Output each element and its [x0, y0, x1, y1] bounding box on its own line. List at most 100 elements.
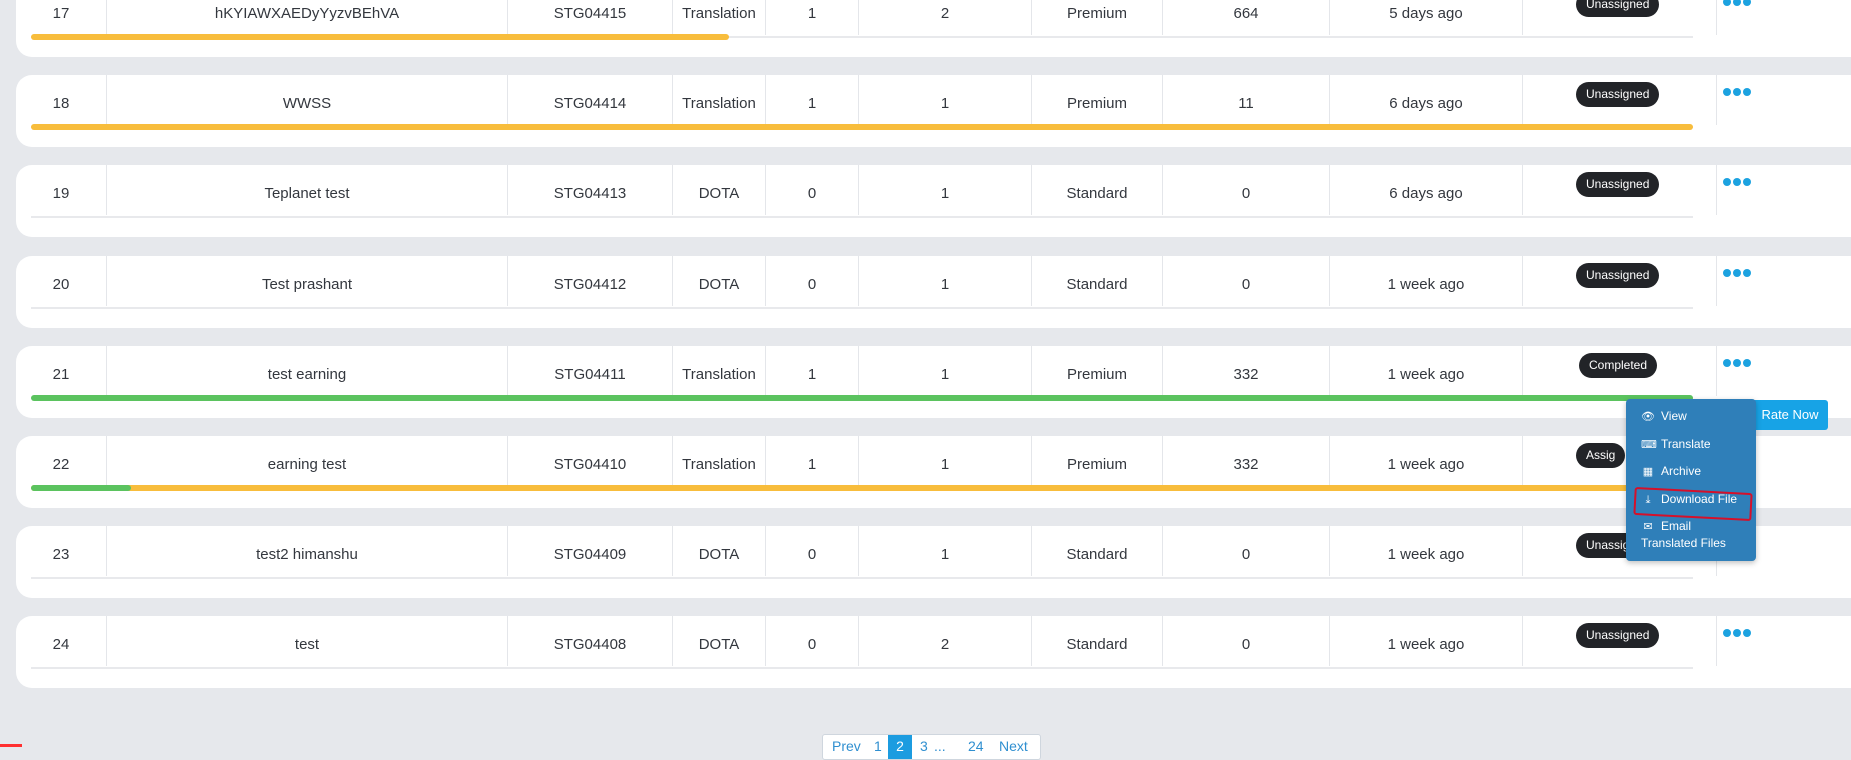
cell-col5: 0	[807, 276, 817, 293]
cell-code: STG04409	[553, 546, 627, 563]
column-divider	[1522, 436, 1523, 486]
column-divider	[1522, 616, 1523, 666]
prev-page-link[interactable]: Prev	[832, 738, 861, 754]
more-actions-icon[interactable]	[1723, 177, 1753, 187]
progress-bar	[31, 667, 1693, 669]
next-page-link[interactable]: Next	[999, 738, 1028, 754]
menu-item-label: Download File	[1661, 492, 1738, 506]
corner-marker	[0, 744, 22, 747]
archive-icon: ▦	[1642, 466, 1654, 478]
table-row[interactable]: 20 Test prashant STG04412 DOTA 0 1 Standard 0 1 …	[16, 256, 1851, 328]
column-divider	[1716, 256, 1717, 306]
table-row[interactable]: 24 test STG04408 DOTA 0 2 Standard 0 1 week ago U…	[16, 616, 1851, 688]
cell-plan: Standard	[1066, 546, 1128, 563]
cell-type: DOTA	[698, 636, 740, 653]
rate-now-button[interactable]: Rate Now	[1752, 400, 1828, 430]
cell-words: 0	[1241, 546, 1251, 563]
cell-code: STG04413	[553, 185, 627, 202]
column-divider	[1716, 165, 1717, 215]
pagination: Prev 1 2 3 ... 24 Next	[822, 734, 1041, 760]
status-badge: Unassigned	[1576, 623, 1660, 648]
table-row[interactable]: 21 test earning STG04411 Translation 1 1 Premi…	[16, 346, 1851, 418]
progress-fill-pending	[31, 124, 1693, 130]
column-divider	[1522, 0, 1523, 35]
progress-bar	[31, 216, 1693, 218]
menu-item-label: View	[1661, 409, 1687, 423]
cell-plan: Standard	[1066, 276, 1128, 293]
menu-item-email-line2[interactable]: Translated Files	[1641, 534, 1726, 552]
menu-item-download-file[interactable]: ⤓ Download File	[1641, 490, 1737, 508]
menu-item-label: Email	[1661, 519, 1692, 533]
cell-type: DOTA	[698, 185, 740, 202]
progress-bar	[31, 395, 1693, 401]
more-actions-icon[interactable]	[1723, 87, 1753, 97]
cell-num: 19	[52, 185, 70, 202]
cell-words: 0	[1241, 636, 1251, 653]
progress-bar	[31, 307, 1693, 309]
progress-bar	[31, 124, 1693, 130]
column-divider	[1716, 616, 1717, 666]
cell-col6: 1	[940, 185, 950, 202]
menu-item-archive[interactable]: ▦ Archive	[1641, 462, 1701, 480]
row-actions-menu: 👁 View ⌨ Translate ▦ Archive ⤓ Download File…	[1626, 399, 1756, 561]
cell-col5: 0	[807, 546, 817, 563]
more-actions-icon[interactable]	[1723, 0, 1753, 7]
cell-type: DOTA	[698, 546, 740, 563]
column-divider	[1522, 75, 1523, 125]
translate-icon: ⌨	[1641, 439, 1657, 451]
cell-name: Test prashant	[261, 276, 353, 293]
page-link-24[interactable]: 24	[968, 738, 984, 754]
cell-plan: Standard	[1066, 636, 1128, 653]
progress-bar	[31, 34, 1693, 40]
page-link-3[interactable]: 3	[920, 738, 928, 754]
page-link-current[interactable]: 2	[888, 735, 912, 759]
progress-fill-done	[31, 395, 1693, 401]
menu-item-translate[interactable]: ⌨ Translate	[1641, 435, 1711, 453]
cell-col6: 1	[940, 546, 950, 563]
status-badge: Unassigned	[1576, 0, 1660, 17]
cell-words: 0	[1241, 276, 1251, 293]
cell-num: 24	[52, 636, 70, 653]
menu-item-email[interactable]: ✉ Email	[1641, 517, 1691, 535]
cell-plan: Standard	[1066, 185, 1128, 202]
more-actions-icon[interactable]	[1723, 628, 1753, 638]
cell-name: test	[294, 636, 320, 653]
cell-type: DOTA	[698, 276, 740, 293]
column-divider	[1522, 346, 1523, 396]
cell-num: 20	[52, 276, 70, 293]
cell-time: 1 week ago	[1387, 546, 1465, 563]
table-row[interactable]: 19 Teplanet test STG04413 DOTA 0 1 Standard 0 6 …	[16, 165, 1851, 237]
table-row[interactable]: 23 test2 himanshu STG04409 DOTA 0 1 Standard 0 1…	[16, 526, 1851, 598]
cell-time: 1 week ago	[1387, 636, 1465, 653]
eye-icon: 👁	[1641, 411, 1655, 423]
menu-item-label: Translate	[1661, 437, 1711, 451]
cell-col5: 0	[807, 185, 817, 202]
table-row[interactable]: 17 hKYIAWXAEDyYyzvBEhVA STG04415 Translatio…	[16, 0, 1851, 57]
cell-code: STG04408	[553, 636, 627, 653]
cell-num: 23	[52, 546, 70, 563]
status-badge: Unassigned	[1576, 172, 1660, 197]
cell-col5: 0	[807, 636, 817, 653]
more-actions-icon[interactable]	[1723, 358, 1753, 368]
column-divider	[1716, 346, 1717, 396]
column-divider	[1716, 75, 1717, 125]
status-badge: Unassigned	[1576, 82, 1660, 107]
table-row[interactable]: 18 WWSS STG04414 Translation 1 1 Premium 11 6 da…	[16, 75, 1851, 147]
more-actions-icon[interactable]	[1723, 268, 1753, 278]
progress-fill-pending	[31, 485, 1693, 491]
cell-words: 0	[1241, 185, 1251, 202]
progress-fill-done	[31, 485, 131, 491]
download-icon: ⤓	[1645, 494, 1651, 506]
table-row[interactable]: 22 earning test STG04410 Translation 1 1 Premi…	[16, 436, 1851, 508]
status-badge: Completed	[1579, 353, 1658, 378]
cell-name: Teplanet test	[264, 185, 350, 202]
cell-code: STG04412	[553, 276, 627, 293]
page-link-1[interactable]: 1	[874, 738, 882, 754]
column-divider	[1522, 165, 1523, 215]
cell-col6: 1	[940, 276, 950, 293]
page-ellipsis: ...	[934, 738, 946, 754]
progress-fill-pending	[31, 34, 729, 40]
column-divider	[1522, 526, 1523, 576]
menu-item-view[interactable]: 👁 View	[1641, 407, 1687, 425]
cell-time: 1 week ago	[1387, 276, 1465, 293]
